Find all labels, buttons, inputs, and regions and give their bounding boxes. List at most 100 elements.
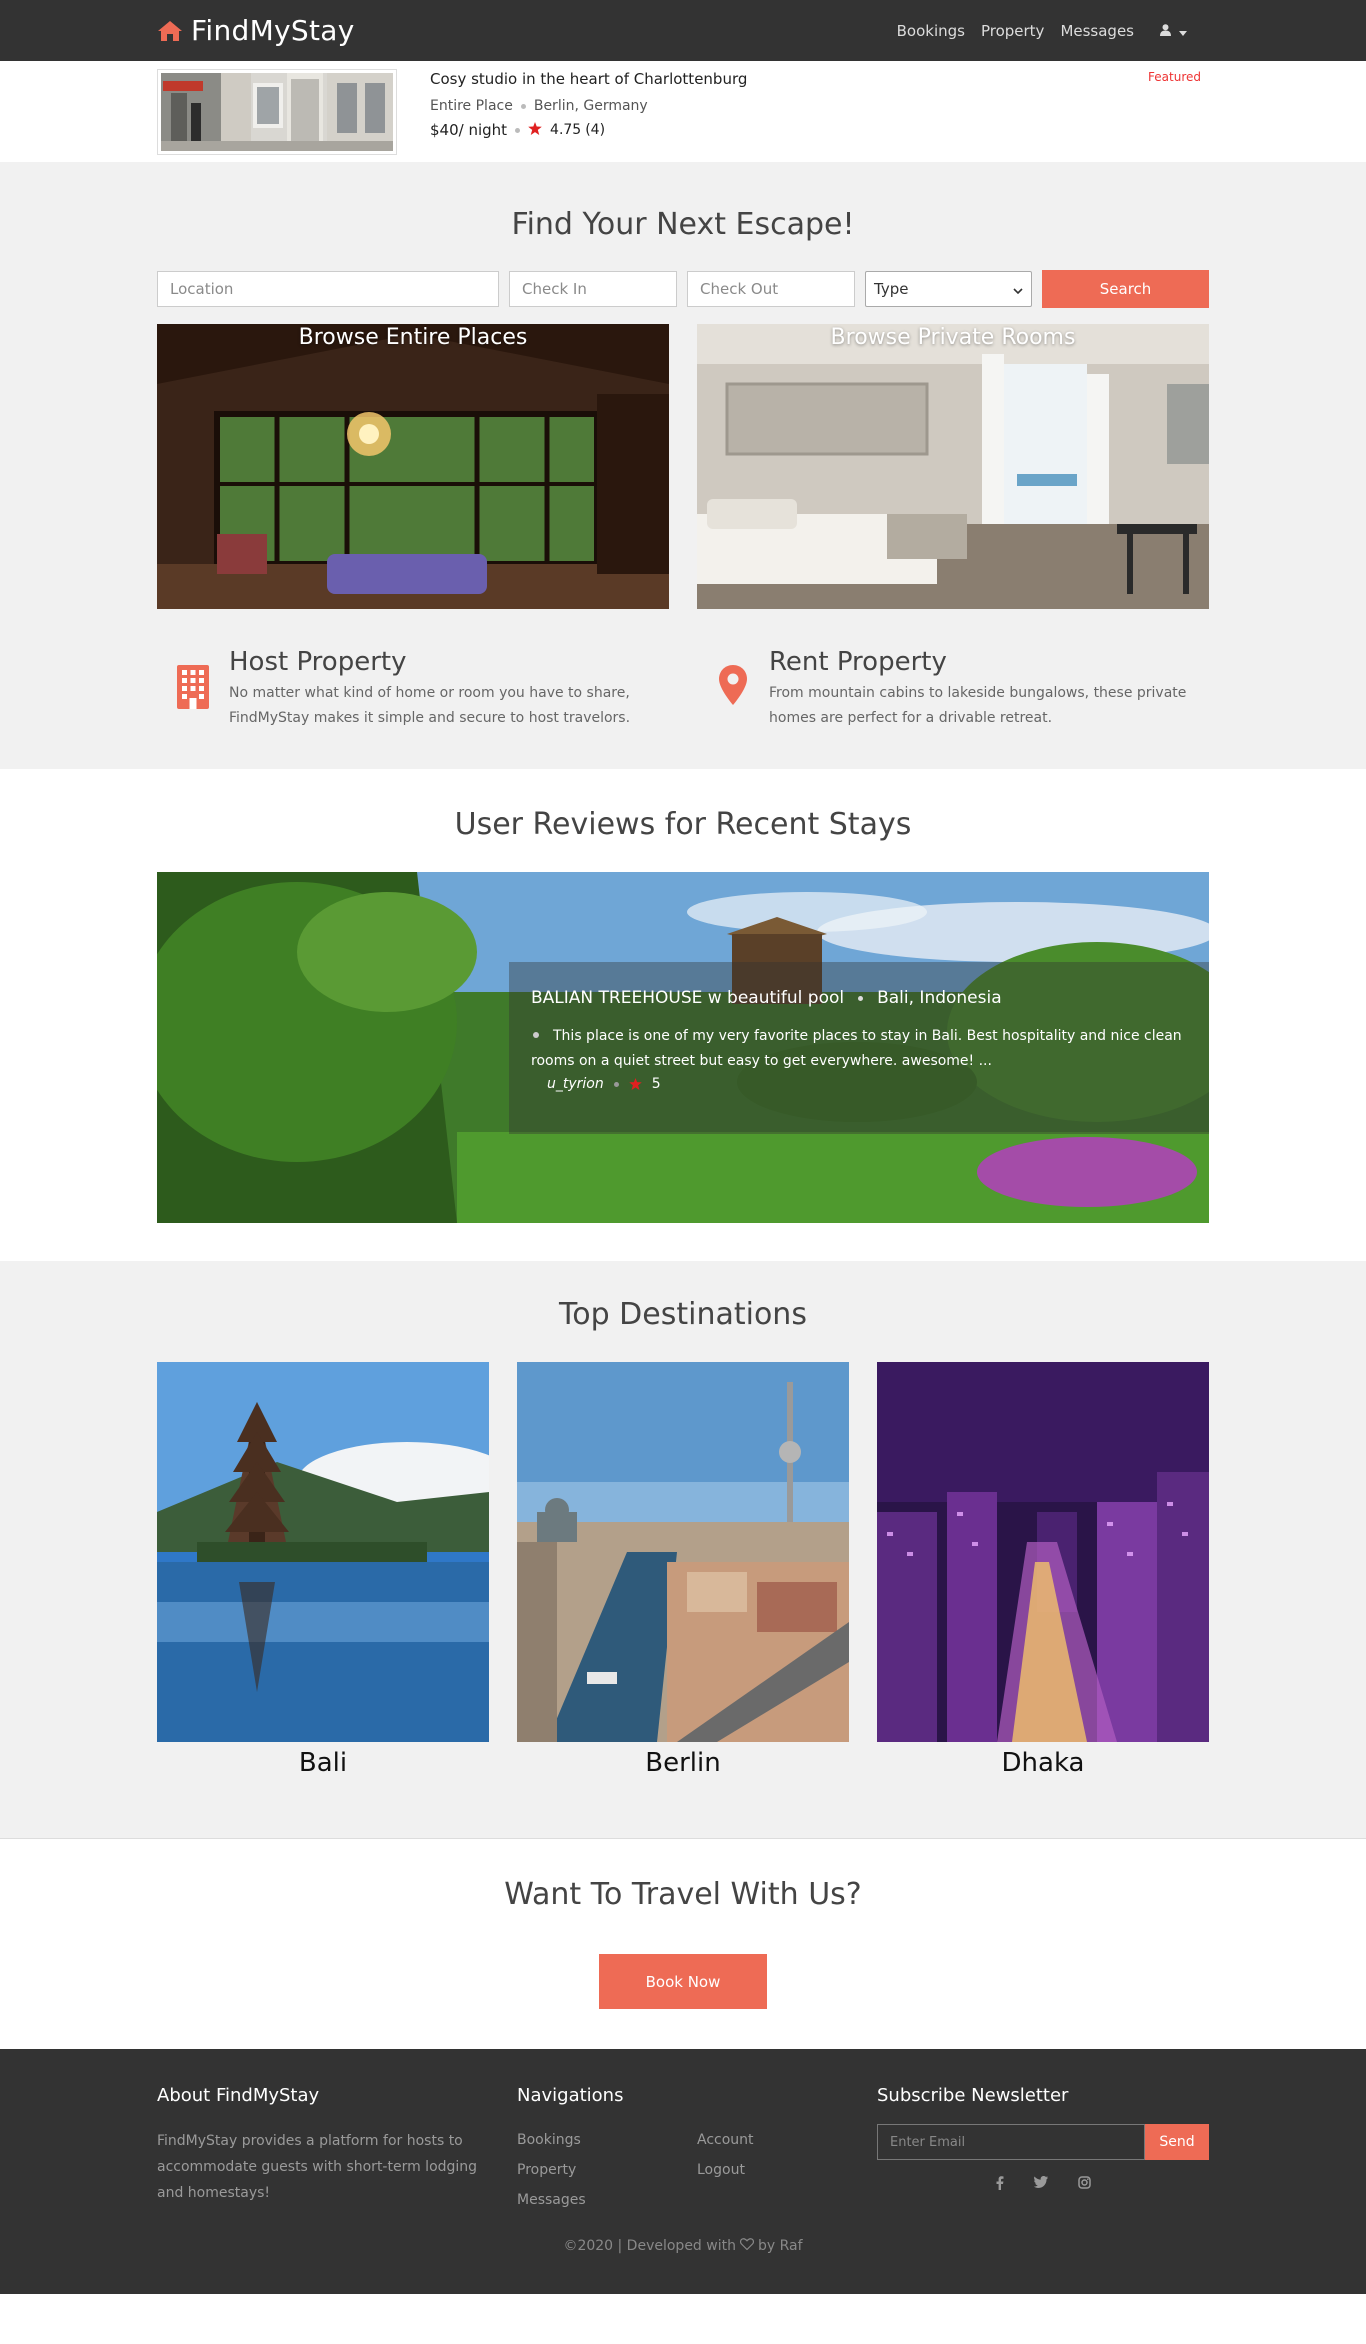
destination-card-dhaka[interactable]: Dhaka — [877, 1362, 1209, 1778]
footer-newsletter-title: Subscribe Newsletter — [877, 2085, 1069, 2106]
featured-price-row: $40/ night 4.75 (4) — [430, 121, 747, 139]
review-text: This place is one of my very favorite pl… — [531, 1028, 1182, 1069]
featured-location: Berlin, Germany — [533, 98, 648, 114]
nav-link-bookings[interactable]: Bookings — [897, 22, 965, 40]
quote-icon — [533, 1032, 539, 1038]
host-property-desc: No matter what kind of home or room you … — [229, 685, 631, 726]
search-bar: Type Search — [157, 270, 1209, 308]
footer-newsletter: Subscribe Newsletter Send — [877, 2085, 1209, 2208]
browse-private-rooms-card[interactable]: Browse Private Rooms — [697, 324, 1209, 609]
dhaka-image — [877, 1362, 1209, 1742]
social-links — [877, 2176, 1209, 2190]
footer-links: Bookings Account Property Logout Message… — [517, 2132, 877, 2208]
review-listing-name[interactable]: BALIAN TREEHOUSE w beautiful pool — [531, 988, 844, 1008]
destination-card-bali[interactable]: Bali — [157, 1362, 489, 1778]
footer-link-bookings[interactable]: Bookings — [517, 2132, 697, 2148]
type-select-value: Type — [874, 280, 909, 298]
nav-links: Bookings Property Messages — [897, 21, 1187, 40]
rent-property-desc: From mountain cabins to lakeside bungalo… — [769, 685, 1187, 726]
review-location: Bali, Indonesia — [877, 988, 1002, 1008]
search-button[interactable]: Search — [1042, 270, 1209, 308]
facebook-icon[interactable] — [996, 2176, 1004, 2190]
featured-badge: Featured — [1148, 70, 1201, 84]
footer-nav-title: Navigations — [517, 2085, 624, 2106]
footer-link-messages[interactable]: Messages — [517, 2192, 697, 2208]
hero-section: Find Your Next Escape! Type Search — [0, 162, 1366, 769]
featured-rating: 4.75 — [550, 122, 582, 138]
copyright-suffix: by Raf — [757, 2238, 803, 2254]
separator-dot — [520, 103, 526, 109]
featured-info: Cosy studio in the heart of Charlottenbu… — [430, 70, 747, 139]
twitter-icon[interactable] — [1033, 2176, 1048, 2190]
browse-entire-places-label: Browse Entire Places — [298, 325, 528, 350]
destinations-row: Bali Berlin Dhaka — [157, 1362, 1209, 1778]
footer-about-title: About FindMyStay — [157, 2085, 320, 2106]
home-icon — [157, 19, 183, 43]
review-banner[interactable]: BALIAN TREEHOUSE w beautiful pool Bali, … — [157, 872, 1209, 1223]
featured-listing: Cosy studio in the heart of Charlottenbu… — [0, 61, 1366, 162]
review-text-wrap: This place is one of my very favorite pl… — [531, 1024, 1187, 1074]
location-input[interactable] — [157, 271, 499, 307]
review-rating: 5 — [651, 1076, 661, 1092]
featured-meta: Entire Place Berlin, Germany — [430, 98, 747, 114]
destination-card-berlin[interactable]: Berlin — [517, 1362, 849, 1778]
cta-section: Want To Travel With Us? Book Now — [0, 1838, 1366, 2049]
destinations-section: Top Destinations Bali Berlin Dhaka — [0, 1261, 1366, 1838]
rent-property-feature: Rent Property From mountain cabins to la… — [697, 647, 1209, 731]
feature-row: Host Property No matter what kind of hom… — [157, 647, 1209, 731]
separator-dot — [858, 995, 864, 1001]
berlin-image — [517, 1362, 849, 1742]
private-rooms-image — [697, 324, 1209, 609]
navbar: FindMyStay Bookings Property Messages — [0, 0, 1366, 61]
caret-down-icon — [1179, 21, 1187, 40]
user-icon — [1160, 21, 1171, 40]
user-menu[interactable] — [1160, 21, 1187, 40]
footer-columns: About FindMyStay FindMyStay provides a p… — [157, 2085, 1209, 2208]
destinations-title: Top Destinations — [559, 1297, 807, 1332]
rent-property-title: Rent Property — [769, 647, 947, 677]
footer-link-property[interactable]: Property — [517, 2162, 697, 2178]
checkin-input[interactable] — [509, 271, 677, 307]
footer-about: About FindMyStay FindMyStay provides a p… — [157, 2085, 517, 2208]
type-select[interactable]: Type — [865, 271, 1033, 307]
send-button[interactable]: Send — [1145, 2124, 1209, 2160]
email-input[interactable] — [877, 2124, 1145, 2160]
destination-name-bali: Bali — [298, 1748, 348, 1778]
footer-navigations: Navigations Bookings Account Property Lo… — [517, 2085, 877, 2208]
featured-rating-wrap: 4.75 (4) — [550, 122, 605, 138]
rent-property-text: Rent Property From mountain cabins to la… — [769, 647, 1209, 731]
copyright: ©2020 | Developed with by Raf — [157, 2238, 1209, 2254]
host-property-text: Host Property No matter what kind of hom… — [229, 647, 669, 731]
featured-price: $40/ night — [430, 121, 508, 139]
review-user: u_tyrion — [547, 1076, 604, 1092]
review-head: BALIAN TREEHOUSE w beautiful pool Bali, … — [531, 988, 1187, 1008]
reviews-title: User Reviews for Recent Stays — [454, 807, 912, 842]
map-pin-icon — [697, 647, 769, 705]
instagram-icon[interactable] — [1077, 2176, 1091, 2190]
separator-dot — [515, 127, 521, 133]
host-property-title: Host Property — [229, 647, 407, 677]
featured-thumbnail[interactable] — [157, 69, 397, 155]
brand[interactable]: FindMyStay — [157, 14, 355, 47]
building-icon — [157, 647, 229, 709]
footer: About FindMyStay FindMyStay provides a p… — [0, 2049, 1366, 2294]
nav-link-messages[interactable]: Messages — [1060, 22, 1134, 40]
footer-link-logout[interactable]: Logout — [697, 2162, 847, 2178]
copyright-prefix: ©2020 | Developed with — [563, 2238, 736, 2254]
destination-name-dhaka: Dhaka — [1001, 1748, 1085, 1778]
nav-link-property[interactable]: Property — [981, 22, 1044, 40]
destination-name-berlin: Berlin — [645, 1748, 721, 1778]
footer-link-account[interactable]: Account — [697, 2132, 847, 2148]
bali-image — [157, 1362, 489, 1742]
book-now-button[interactable]: Book Now — [599, 1954, 767, 2009]
browse-entire-places-card[interactable]: Browse Entire Places — [157, 324, 669, 609]
browse-private-rooms-label: Browse Private Rooms — [830, 325, 1076, 350]
review-overlay: BALIAN TREEHOUSE w beautiful pool Bali, … — [509, 962, 1209, 1134]
footer-about-text: FindMyStay provides a platform for hosts… — [157, 2133, 478, 2201]
featured-title[interactable]: Cosy studio in the heart of Charlottenbu… — [430, 70, 747, 88]
checkout-input[interactable] — [687, 271, 855, 307]
featured-type: Entire Place — [430, 98, 513, 114]
star-icon — [528, 121, 542, 139]
reviews-section: User Reviews for Recent Stays BALIAN TRE… — [0, 769, 1366, 1261]
separator-dot — [613, 1081, 619, 1087]
